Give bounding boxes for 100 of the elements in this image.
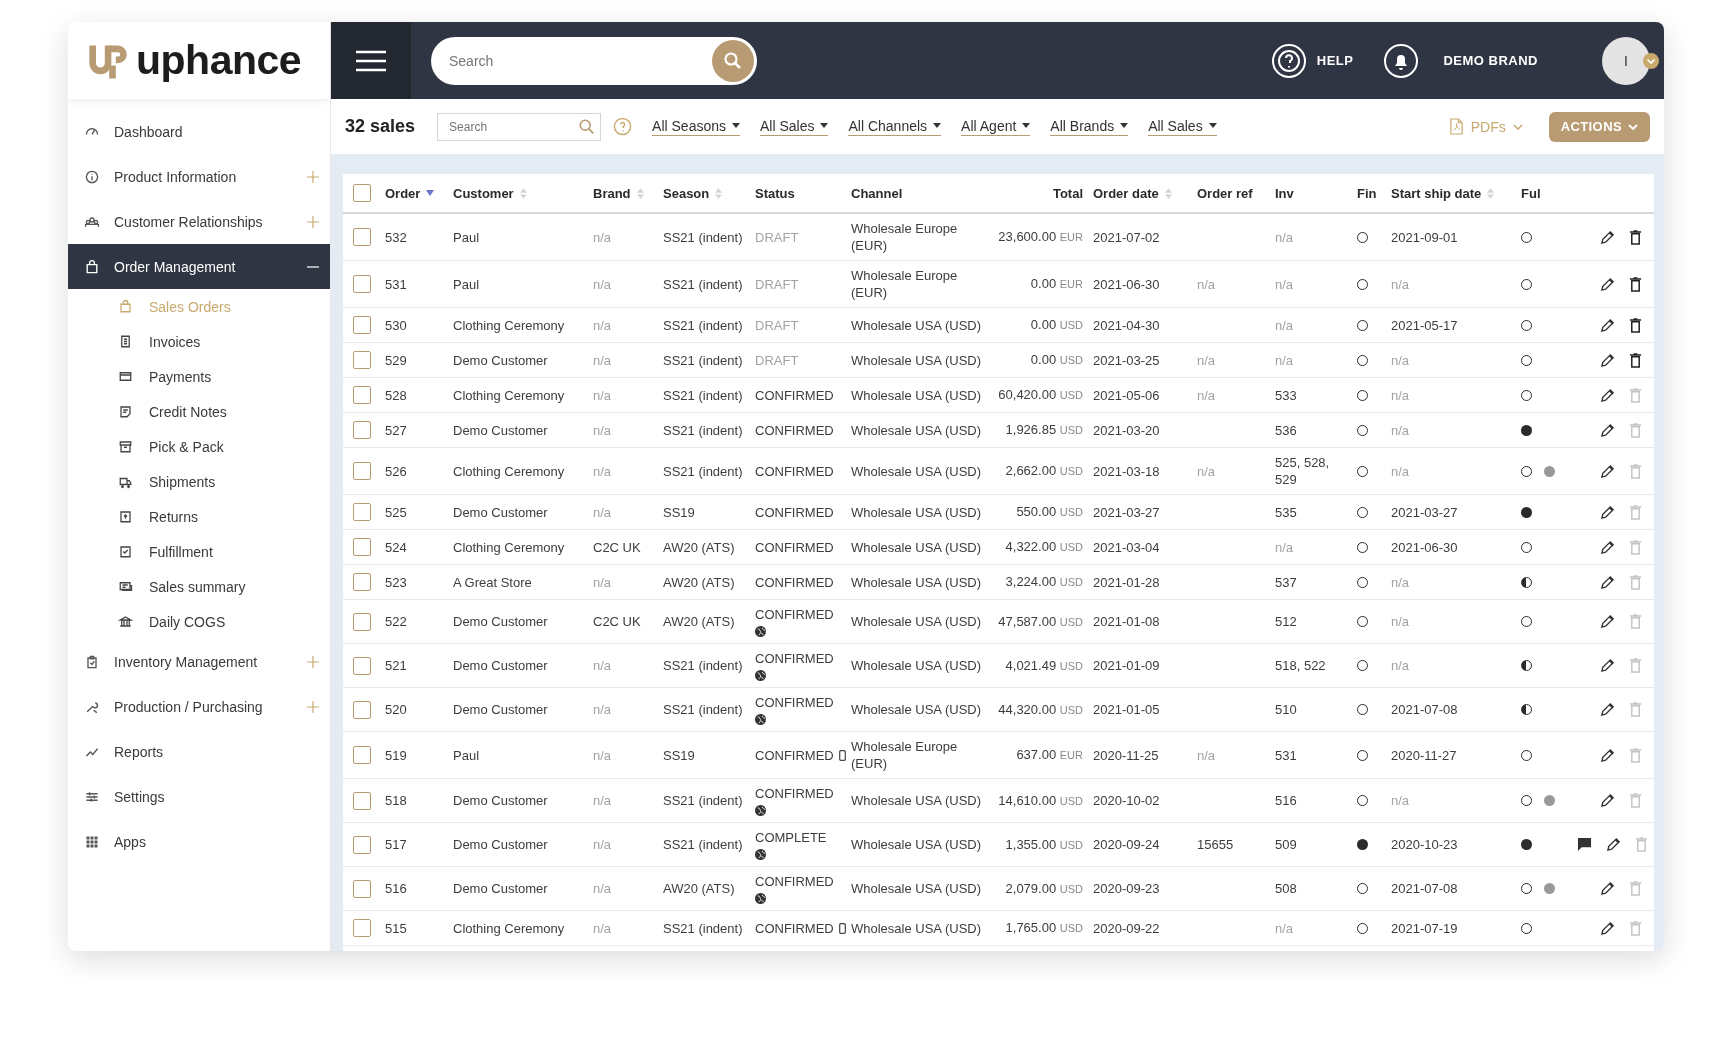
edit-icon[interactable] — [1600, 352, 1615, 368]
order-number[interactable]: 517 — [385, 836, 407, 853]
nav-subitem[interactable]: Shipments — [68, 464, 330, 499]
row-checkbox[interactable] — [353, 919, 371, 937]
order-number[interactable]: 523 — [385, 573, 407, 591]
row-checkbox[interactable] — [353, 228, 371, 246]
nav-item[interactable]: Settings — [68, 774, 330, 819]
delete-icon[interactable] — [1629, 276, 1642, 292]
search-bar[interactable]: Search — [437, 112, 602, 141]
ship-date: n/a — [1391, 421, 1410, 439]
avatar[interactable]: I — [1602, 36, 1650, 85]
column-header[interactable]: Customer — [453, 184, 514, 202]
nav-item[interactable]: Reports — [68, 729, 330, 774]
menu-button[interactable] — [331, 22, 411, 99]
delete-icon[interactable] — [1629, 229, 1642, 245]
nav-item[interactable]: Apps — [68, 819, 330, 864]
row-checkbox[interactable] — [353, 573, 371, 591]
edit-icon[interactable] — [1600, 317, 1615, 333]
edit-icon[interactable] — [1606, 837, 1621, 852]
order-number[interactable]: 521 — [385, 657, 407, 674]
row-checkbox[interactable] — [353, 879, 371, 898]
search-field[interactable]: Search — [447, 51, 712, 70]
order-number[interactable]: 525 — [385, 503, 407, 521]
edit-icon[interactable] — [1600, 658, 1615, 673]
row-checkbox[interactable] — [353, 386, 371, 404]
edit-icon[interactable] — [1600, 229, 1615, 245]
row-checkbox[interactable] — [353, 351, 371, 369]
edit-icon[interactable] — [1600, 747, 1615, 763]
filter-dropdown[interactable]: All Channels — [848, 117, 942, 136]
filter-dropdown[interactable]: All Sales — [760, 117, 829, 136]
edit-icon[interactable] — [1600, 793, 1615, 808]
comment-icon[interactable] — [1577, 837, 1592, 852]
order-number[interactable]: 531 — [385, 275, 407, 293]
row-checkbox[interactable] — [353, 462, 371, 480]
column-header[interactable]: Order — [385, 184, 421, 202]
edit-icon[interactable] — [1600, 422, 1615, 438]
row-checkbox[interactable] — [353, 791, 371, 810]
order-number[interactable]: 516 — [385, 880, 407, 897]
column-header[interactable]: Brand — [593, 184, 631, 202]
nav-item[interactable]: Product Information — [68, 154, 330, 199]
select-all-checkbox[interactable] — [353, 184, 371, 202]
column-header[interactable]: Start ship date — [1391, 184, 1482, 202]
filter-dropdown[interactable]: All Agent — [961, 117, 1031, 136]
order-number[interactable]: 522 — [385, 613, 407, 630]
nav-subitem[interactable]: Sales summary — [68, 569, 330, 604]
order-number[interactable]: 528 — [385, 386, 407, 404]
nav-subitem[interactable]: Returns — [68, 499, 330, 534]
delete-icon[interactable] — [1629, 352, 1642, 368]
edit-icon[interactable] — [1600, 881, 1615, 896]
row-checkbox[interactable] — [353, 835, 371, 854]
edit-icon[interactable] — [1600, 387, 1615, 403]
bell-icon[interactable] — [1383, 42, 1420, 79]
nav-subitem[interactable]: Daily COGS — [68, 604, 330, 639]
edit-icon[interactable] — [1600, 504, 1615, 520]
row-checkbox[interactable] — [353, 612, 371, 631]
edit-icon[interactable] — [1600, 539, 1615, 555]
edit-icon[interactable] — [1600, 574, 1615, 590]
filter-dropdown[interactable]: All Seasons — [652, 117, 740, 136]
nav-subitem[interactable]: Invoices — [68, 324, 330, 359]
brand-name[interactable]: DEMO BRAND — [1443, 53, 1538, 68]
order-number[interactable]: 532 — [385, 228, 407, 246]
search-bar[interactable]: Search — [431, 36, 757, 85]
nav-subitem[interactable]: Fulfillment — [68, 534, 330, 569]
edit-icon[interactable] — [1600, 920, 1615, 936]
nav-item[interactable]: Production / Purchasing — [68, 684, 330, 729]
nav-subitem[interactable]: Credit Notes — [68, 394, 330, 429]
order-number[interactable]: 519 — [385, 746, 407, 764]
filter-dropdown[interactable]: All Brands — [1050, 117, 1129, 136]
nav-item[interactable]: Inventory Management — [68, 639, 330, 684]
filter-dropdown[interactable]: All Sales — [1148, 117, 1217, 136]
row-checkbox[interactable] — [353, 746, 371, 764]
order-number[interactable]: 529 — [385, 351, 407, 369]
row-checkbox[interactable] — [353, 656, 371, 675]
edit-icon[interactable] — [1600, 276, 1615, 292]
column-header[interactable]: Order date — [1093, 184, 1159, 202]
order-number[interactable]: 527 — [385, 421, 407, 439]
row-checkbox[interactable] — [353, 421, 371, 439]
order-number[interactable]: 515 — [385, 919, 407, 937]
row-checkbox[interactable] — [353, 275, 371, 293]
nav-item[interactable]: Order Management — [68, 244, 330, 289]
delete-icon[interactable] — [1629, 317, 1642, 333]
help-link[interactable]: HELP — [1270, 42, 1354, 79]
nav-subitem[interactable]: Pick & Pack — [68, 429, 330, 464]
edit-icon[interactable] — [1600, 614, 1615, 629]
nav-item[interactable]: Dashboard — [68, 109, 330, 154]
edit-icon[interactable] — [1600, 702, 1615, 717]
row-checkbox[interactable] — [353, 538, 371, 556]
order-number[interactable]: 526 — [385, 462, 407, 480]
order-number[interactable]: 518 — [385, 792, 407, 809]
row-checkbox[interactable] — [353, 316, 371, 334]
nav-subitem[interactable]: Payments — [68, 359, 330, 394]
order-number[interactable]: 530 — [385, 316, 407, 334]
order-number[interactable]: 524 — [385, 538, 407, 556]
row-checkbox[interactable] — [353, 503, 371, 521]
order-number[interactable]: 520 — [385, 701, 407, 718]
edit-icon[interactable] — [1600, 463, 1615, 479]
search-button[interactable] — [712, 39, 754, 82]
nav-item[interactable]: Customer Relationships — [68, 199, 330, 244]
row-checkbox[interactable] — [353, 700, 371, 719]
column-header[interactable]: Season — [663, 184, 710, 202]
